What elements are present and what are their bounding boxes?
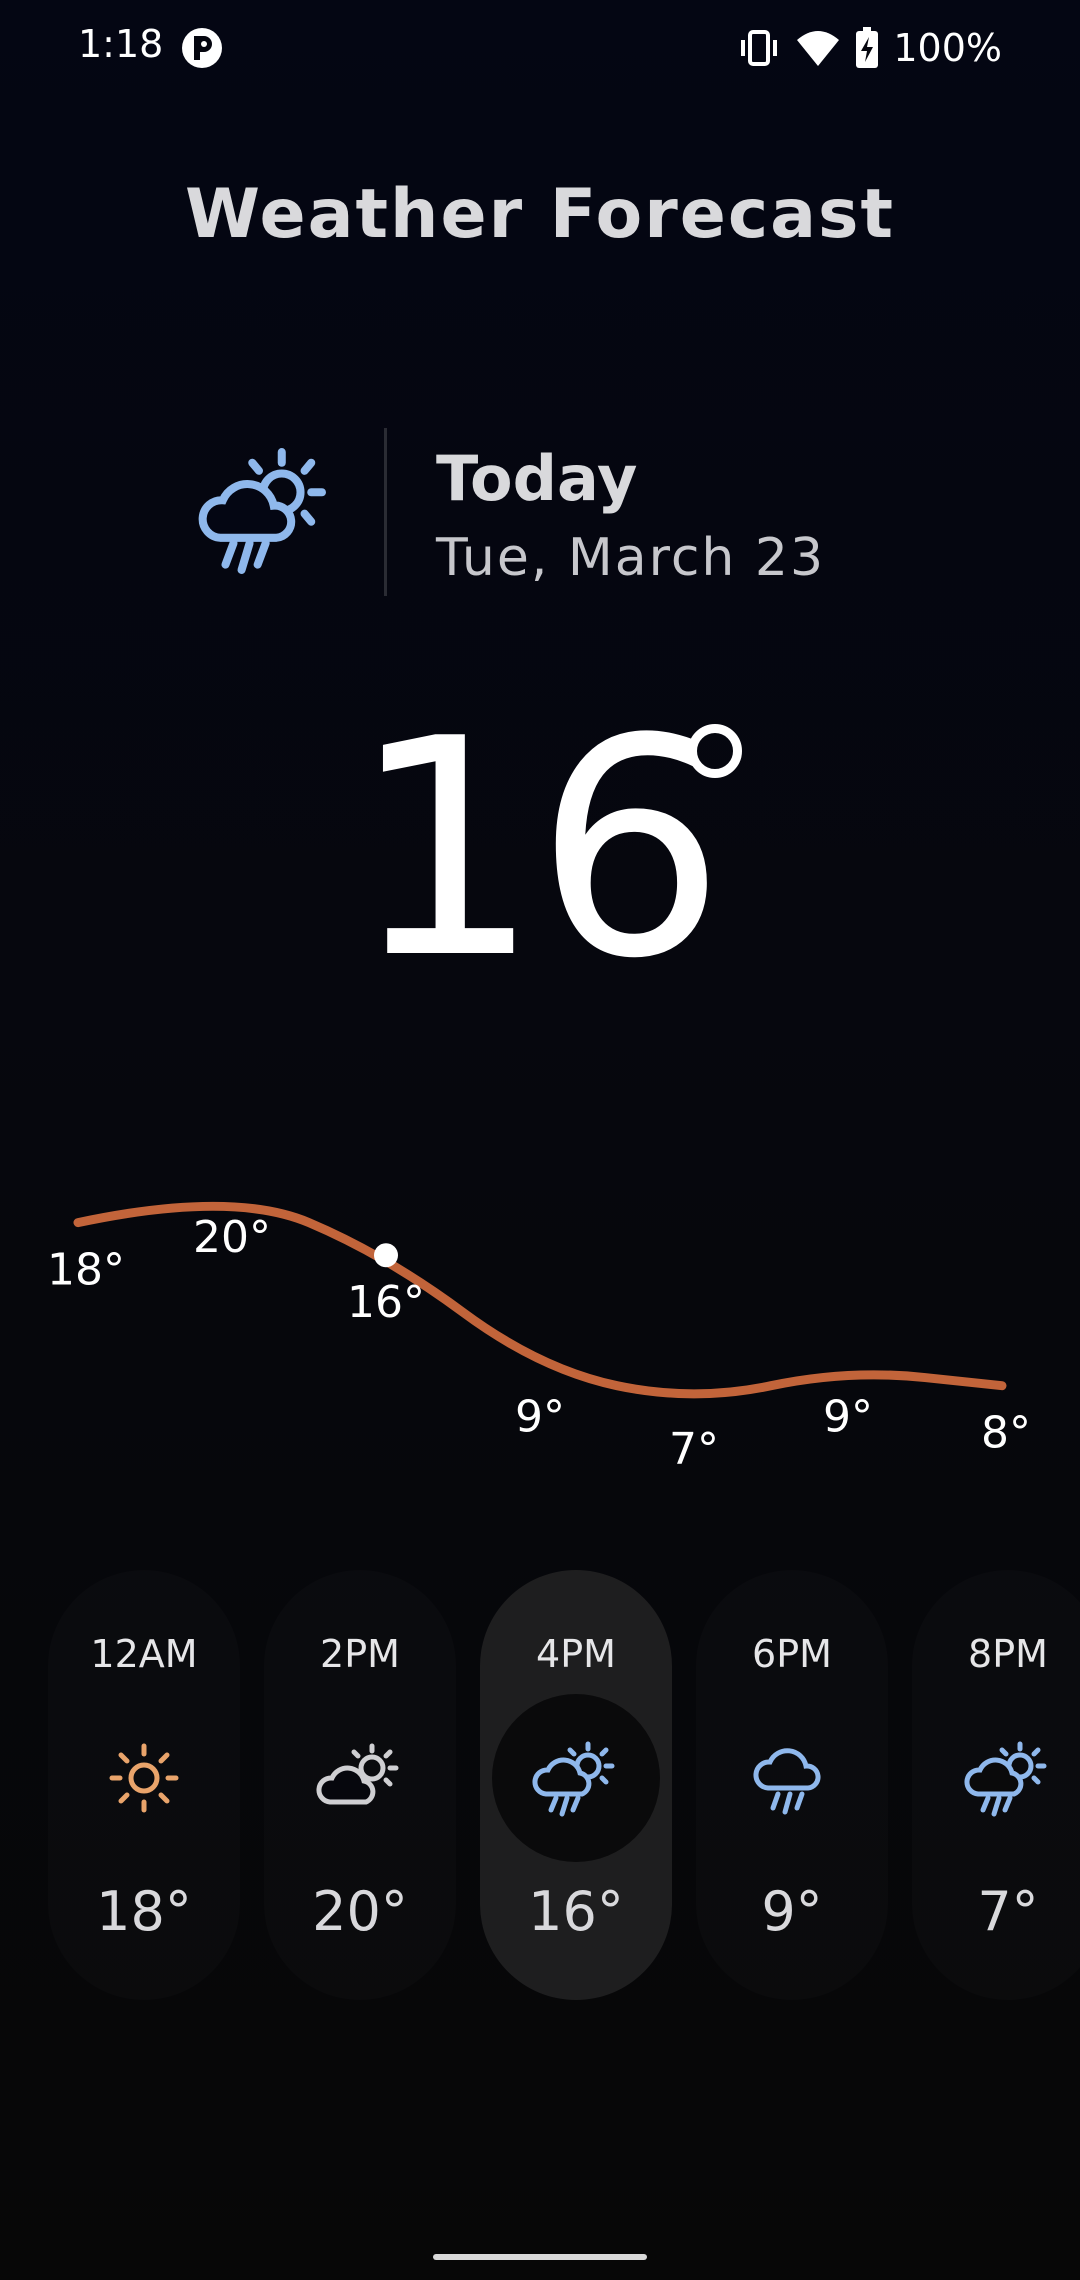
rain-icon [753, 1748, 821, 1815]
today-divider [384, 428, 387, 596]
today-summary: Today Tue, March 23 [0, 428, 1080, 598]
hour-time: 6PM [752, 1632, 832, 1676]
hour-card-4pm[interactable]: 4PM 16° [480, 1570, 672, 2000]
rain-sun-icon [532, 1741, 615, 1817]
status-right-icons: 100% [737, 22, 1002, 74]
chart-highlight-point [374, 1243, 398, 1268]
home-indicator[interactable] [433, 2254, 647, 2260]
status-bar: 1:18 100% [0, 0, 1080, 100]
status-time: 1:18 [78, 22, 164, 66]
app-title: Weather Forecast [184, 175, 896, 254]
chart-point-label: 9° [823, 1391, 873, 1442]
hour-card-6pm[interactable]: 6PM 9° [696, 1570, 888, 2000]
rain-sun-icon [198, 448, 326, 574]
hour-icon-container [492, 1694, 660, 1862]
degree-symbol [688, 724, 742, 778]
temperature-chart: 18° 20° 16° 9° 7° 9° 8° [47, 1201, 1031, 1475]
hour-time: 12AM [90, 1632, 198, 1676]
battery-percentage: 100% [893, 26, 1002, 70]
hour-temperature: 20° [312, 1880, 408, 1943]
rain-sun-icon [964, 1741, 1047, 1817]
hour-card-2pm[interactable]: 2PM 20° [264, 1570, 456, 2000]
vibrate-icon [741, 30, 778, 66]
today-label: Today [436, 442, 638, 515]
battery-charging-icon [856, 27, 879, 68]
current-temperature: 16 [350, 675, 726, 1024]
today-date: Tue, March 23 [436, 528, 826, 588]
hour-temperature: 18° [96, 1880, 192, 1943]
hour-time: 2PM [320, 1632, 400, 1676]
hour-card-8pm[interactable]: 8PM 7° [912, 1570, 1080, 2000]
hour-time: 8PM [968, 1632, 1048, 1676]
hour-time: 4PM [536, 1632, 616, 1676]
chart-point-label: 8° [981, 1408, 1031, 1459]
chart-point-label: 18° [47, 1245, 125, 1296]
sun-icon [109, 1743, 179, 1813]
hour-icon-container [924, 1694, 1080, 1862]
app-notification-icon [182, 28, 222, 68]
chart-point-label: 9° [515, 1391, 565, 1442]
chart-point-label: 7° [669, 1424, 719, 1475]
hour-icon-container [60, 1694, 228, 1862]
wifi-icon [797, 31, 840, 66]
hourly-forecast[interactable]: 12AM 18° 2PM 20° 4PM 16° 6PM 9° 8PM 7° [0, 1570, 1080, 2010]
hour-temperature: 9° [761, 1880, 823, 1943]
hour-card-12am[interactable]: 12AM 18° [48, 1570, 240, 2000]
hour-temperature: 16° [528, 1880, 624, 1943]
chart-point-label: 20° [193, 1212, 271, 1263]
hour-icon-container [708, 1694, 876, 1862]
hour-icon-container [276, 1694, 444, 1862]
hour-temperature: 7° [977, 1880, 1039, 1943]
chart-point-label: 16° [347, 1277, 425, 1328]
partly-cloudy-icon [316, 1743, 399, 1805]
